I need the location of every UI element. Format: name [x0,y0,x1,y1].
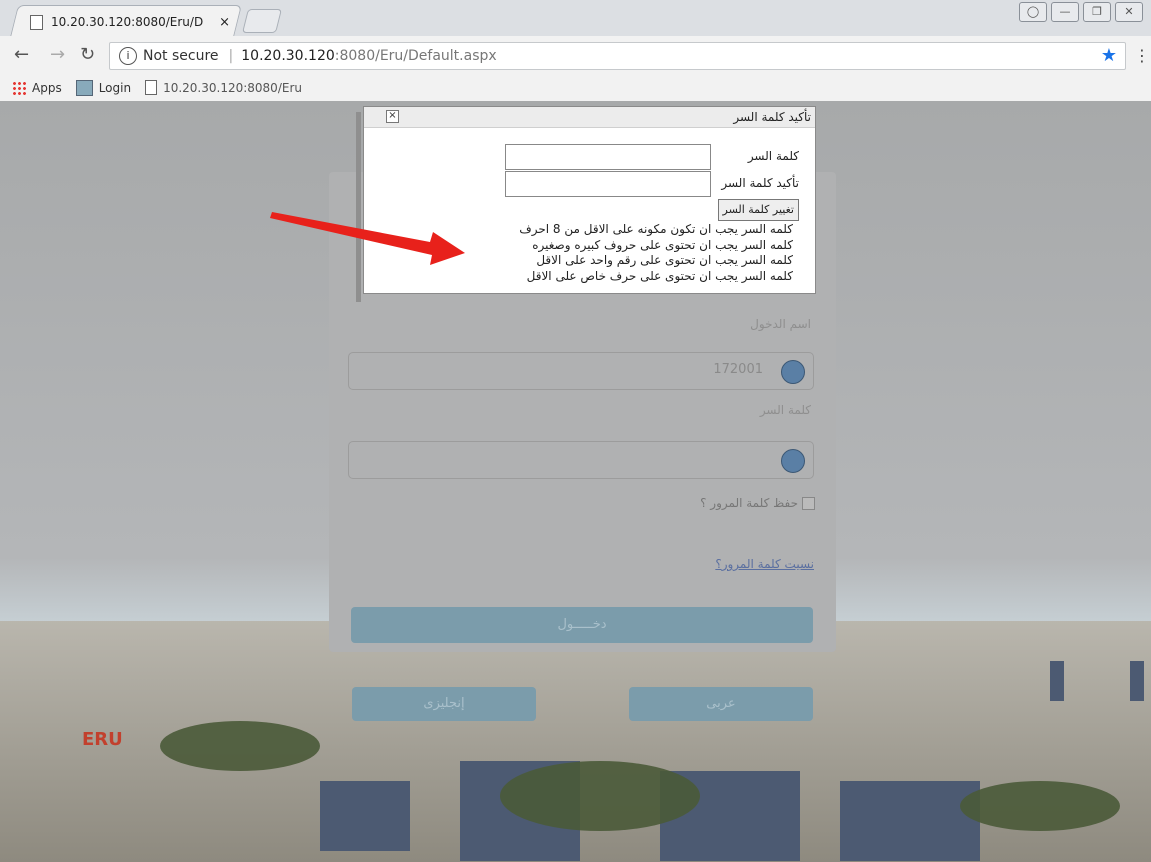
page-icon [30,14,43,30]
user-icon [781,360,805,384]
password-rules: كلمه السر يجب ان تكون مكونه على الاقل من… [519,222,793,284]
close-icon[interactable]: × [386,110,399,123]
remember-checkbox[interactable] [802,496,815,510]
palm-tree [500,761,700,831]
annotation-arrow [270,212,465,265]
apps-grid-icon [12,80,26,95]
tab-title: 10.20.30.120:8080/Eru/D [51,15,204,29]
browser-tab-content[interactable]: 10.20.30.120:8080/Eru/D × [30,11,230,33]
bookmark-login[interactable]: Login [75,79,131,96]
page-icon [145,80,158,95]
minimize-icon[interactable]: — [1051,2,1079,22]
english-button[interactable]: إنجليزى [352,687,536,721]
eru-logo: ERU [82,729,123,750]
lock-icon [781,449,805,473]
forgot-password-link[interactable]: نسيت كلمة المرور؟ [715,557,814,571]
url-separator: | [228,48,234,64]
new-password-input[interactable] [505,144,711,170]
reload-icon[interactable]: ↻ [80,44,95,65]
building-window [1130,661,1144,701]
security-label: Not secure [143,48,219,64]
arrow-shape [270,212,465,265]
url-host: 10.20.30.120 [241,48,335,64]
confirm-password-label: تأكيد كلمة السر [721,176,799,190]
browser-menu-icon[interactable]: ⋮ [1134,46,1150,65]
profile-icon[interactable]: ◯ [1019,2,1047,22]
dialog-header: × تأكيد كلمة السر [364,107,815,128]
building-window [840,781,980,861]
username-input[interactable]: 172001 [348,352,814,390]
new-tab-button[interactable] [242,9,282,33]
tab-close-icon[interactable]: × [219,15,230,30]
close-window-icon[interactable]: ✕ [1115,2,1143,22]
restore-icon[interactable]: ❐ [1083,2,1111,22]
login-button[interactable]: دخـــــول [351,607,813,643]
window-controls: ◯ — ❐ ✕ [1019,2,1143,22]
address-bar[interactable]: i Not secure | 10.20.30.120:8080/Eru/Def… [109,42,1126,70]
dialog-shadow [356,112,361,302]
remember-label: حفظ كلمة المرور ؟ [700,496,798,510]
password-rule: كلمه السر يجب ان تحتوى على حرف خاص على ا… [526,268,793,283]
confirm-password-input[interactable] [505,171,711,197]
palm-tree [160,721,320,771]
building-window [320,781,410,851]
password-input[interactable] [348,441,814,479]
login-icon [75,79,93,96]
bookmark-apps[interactable]: Apps [12,80,62,95]
dialog-title: تأكيد كلمة السر [733,110,811,124]
remember-me[interactable]: حفظ كلمة المرور ؟ [700,496,815,510]
password-rule: كلمه السر يجب ان تحتوى على رقم واحد على … [536,253,793,267]
back-icon[interactable]: ← [14,44,29,65]
password-label: كلمة السر [759,403,811,417]
bookmark-page[interactable]: 10.20.30.120:8080/Eru [145,80,302,95]
url-path: :8080/Eru/Default.aspx [334,48,497,64]
password-rule: كلمه السر يجب ان تكون مكونه على الاقل من… [519,222,793,236]
info-icon[interactable]: i [119,47,137,65]
arabic-button[interactable]: عربى [629,687,813,721]
password-rule: كلمه السر يجب ان تحتوى على حروف كبيره وص… [532,237,793,252]
forward-icon[interactable]: → [50,44,65,65]
bookmark-star-icon[interactable]: ★ [1101,45,1117,66]
change-password-button[interactable]: تغيير كلمة السر [717,199,799,221]
new-password-label: كلمة السر [747,149,799,163]
bookmarks-bar: Apps Login 10.20.30.120:8080/Eru [0,74,1151,102]
username-value: 172001 [713,362,763,377]
palm-tree [960,781,1120,831]
username-label: اسم الدخول [750,317,811,331]
building-window [1050,661,1064,701]
